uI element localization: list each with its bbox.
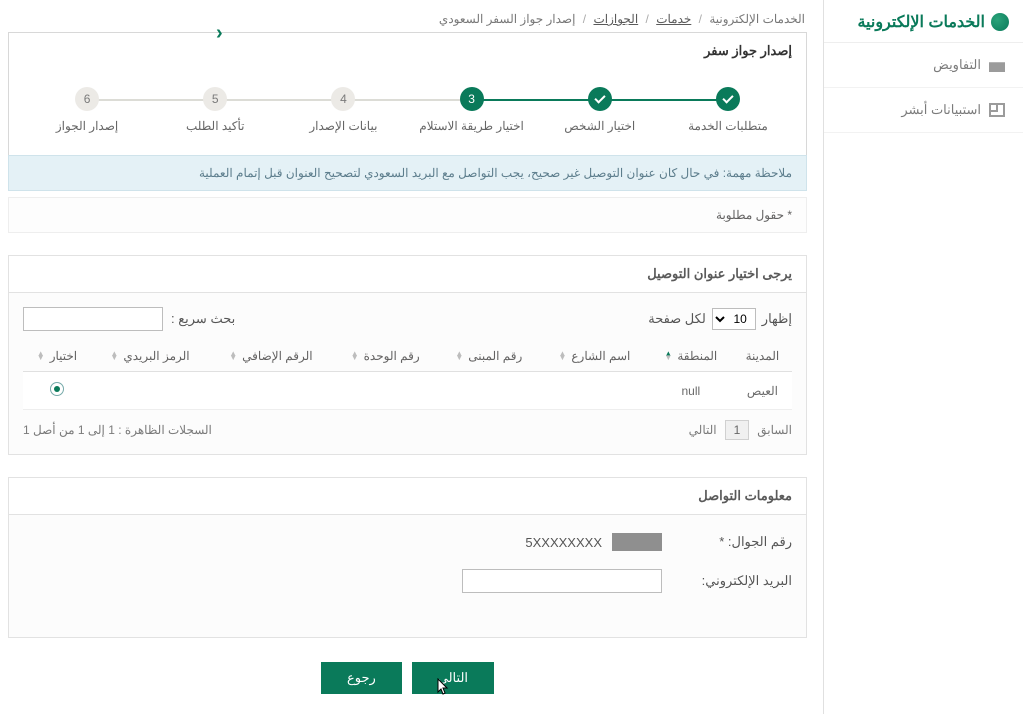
table-row: العيص null xyxy=(23,372,792,410)
cell-street xyxy=(540,372,649,410)
cell-extra xyxy=(209,372,333,410)
contact-section-title: معلومات التواصل xyxy=(8,477,807,514)
stepper: متطلبات الخدمة اختيار الشخص 3 اختيار طري… xyxy=(8,69,807,155)
col-street: اسم الشارع▲▼ xyxy=(540,341,649,372)
sort-icon[interactable]: ▲▼ xyxy=(558,352,566,360)
step-circle-done xyxy=(716,87,740,111)
sort-icon[interactable]: ▲▼ xyxy=(229,352,237,360)
mobile-row: رقم الجوال: * 5XXXXXXXX xyxy=(23,533,792,551)
cell-choose xyxy=(23,372,91,410)
address-section: إظهار 10 لكل صفحة بحث سريع : المدينة الم… xyxy=(8,292,807,455)
breadcrumb-link-passports[interactable]: الجوازات xyxy=(593,12,638,26)
required-fields-note: * حقول مطلوبة xyxy=(8,197,807,233)
sidebar-title: الخدمات الإلكترونية xyxy=(824,12,1023,43)
col-extra: الرقم الإضافي▲▼ xyxy=(209,341,333,372)
breadcrumb: الخدمات الإلكترونية / خدمات / الجوازات /… xyxy=(8,12,807,32)
pager-prev[interactable]: السابق xyxy=(757,423,792,437)
quick-search: بحث سريع : xyxy=(23,307,235,331)
breadcrumb-root: الخدمات الإلكترونية xyxy=(709,12,805,26)
page-size-select[interactable]: 10 xyxy=(712,308,756,330)
step-1: متطلبات الخدمة xyxy=(664,87,792,133)
stepper-line xyxy=(23,99,792,101)
col-postal: الرمز البريدي▲▼ xyxy=(91,341,209,372)
mobile-masked-prefix xyxy=(612,533,662,551)
search-input[interactable] xyxy=(23,307,163,331)
page-size-control: إظهار 10 لكل صفحة xyxy=(648,308,792,330)
step-5: 5 تأكيد الطلب xyxy=(151,87,279,133)
sidebar-item-label: استبيانات أبشر xyxy=(901,102,981,118)
chevron-back-icon[interactable]: ‹ xyxy=(216,22,223,45)
sort-icon[interactable]: ▲▼ xyxy=(664,352,672,360)
sidebar-item-label: التفاويض xyxy=(933,57,981,73)
select-radio[interactable] xyxy=(50,382,64,396)
sidebar-title-text: الخدمات الإلكترونية xyxy=(857,12,985,32)
check-icon xyxy=(722,92,733,103)
mobile-label: رقم الجوال: * xyxy=(672,534,792,550)
sort-icon[interactable]: ▲▼ xyxy=(37,352,45,360)
breadcrumb-current: إصدار جواز السفر السعودي xyxy=(439,12,576,26)
email-field[interactable] xyxy=(462,569,662,593)
check-icon xyxy=(594,92,605,103)
cell-city: العيص xyxy=(733,372,792,410)
action-buttons: التالي رجوع xyxy=(8,662,807,694)
main-content: الخدمات الإلكترونية / خدمات / الجوازات /… xyxy=(0,0,823,714)
step-2: اختيار الشخص xyxy=(536,87,664,133)
sidebar-item-surveys[interactable]: استبيانات أبشر xyxy=(824,88,1023,133)
pager-next[interactable]: التالي xyxy=(689,423,717,437)
step-circle-active: 3 xyxy=(460,87,484,111)
col-unit: رقم الوحدة▲▼ xyxy=(333,341,438,372)
notice-box: ملاحظة مهمة: في حال كان عنوان التوصيل غي… xyxy=(8,155,807,191)
panel-title: إصدار جواز سفر xyxy=(8,32,807,69)
globe-icon xyxy=(991,13,1009,31)
email-row: البريد الإلكتروني: xyxy=(23,569,792,593)
pager: السابق 1 التالي السجلات الظاهرة : 1 إلى … xyxy=(23,420,792,440)
cell-unit xyxy=(333,372,438,410)
next-button[interactable]: التالي xyxy=(412,662,494,694)
sidebar-item-delegations[interactable]: التفاويض xyxy=(824,43,1023,88)
sort-icon[interactable]: ▲▼ xyxy=(351,352,359,360)
step-circle-pending: 6 xyxy=(75,87,99,111)
step-3: 3 اختيار طريقة الاستلام xyxy=(407,87,535,133)
mobile-rest: 5XXXXXXXX xyxy=(525,535,602,550)
breadcrumb-link-services[interactable]: خدمات xyxy=(656,12,691,26)
col-building: رقم المبنى▲▼ xyxy=(438,341,540,372)
pager-summary: السجلات الظاهرة : 1 إلى 1 من أصل 1 xyxy=(23,423,212,437)
step-4: 4 بيانات الإصدار xyxy=(279,87,407,133)
briefcase-icon xyxy=(989,58,1005,72)
sidebar: الخدمات الإلكترونية التفاويض استبيانات أ… xyxy=(823,0,1023,714)
cell-region: null xyxy=(649,372,733,410)
col-region: المنطقة▲▼ xyxy=(649,341,733,372)
cell-postal xyxy=(91,372,209,410)
col-city: المدينة xyxy=(733,341,792,372)
step-circle-pending: 4 xyxy=(331,87,355,111)
address-section-title: يرجى اختيار عنوان التوصيل xyxy=(8,255,807,292)
step-6: 6 إصدار الجواز xyxy=(23,87,151,133)
col-choose: اختيار▲▼ xyxy=(23,341,91,372)
contact-section: رقم الجوال: * 5XXXXXXXX البريد الإلكترون… xyxy=(8,514,807,638)
step-circle-done xyxy=(588,87,612,111)
back-button[interactable]: رجوع xyxy=(321,662,402,694)
cell-building xyxy=(438,372,540,410)
document-icon xyxy=(989,103,1005,117)
address-table: المدينة المنطقة▲▼ اسم الشارع▲▼ رقم المبن… xyxy=(23,341,792,410)
sort-icon[interactable]: ▲▼ xyxy=(110,352,118,360)
sort-icon[interactable]: ▲▼ xyxy=(455,352,463,360)
email-label: البريد الإلكتروني: xyxy=(672,573,792,589)
step-circle-pending: 5 xyxy=(203,87,227,111)
pager-page-1[interactable]: 1 xyxy=(725,420,750,440)
